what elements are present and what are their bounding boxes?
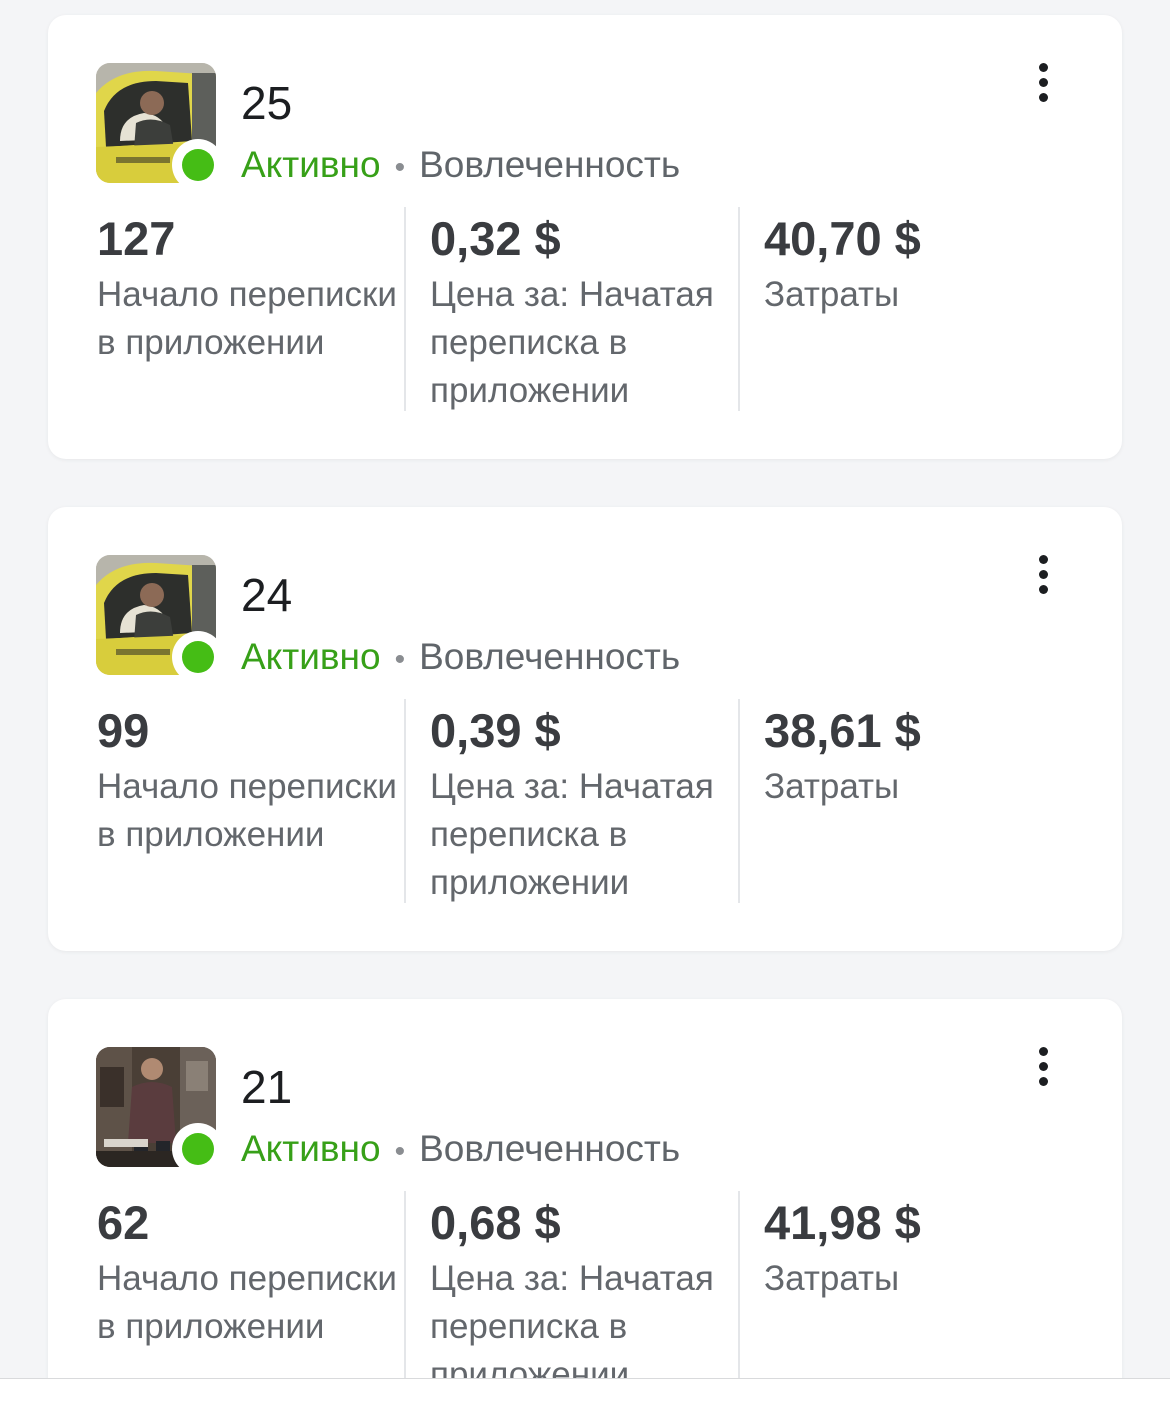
ad-card[interactable]: 25 Активно • Вовлеченность 127 Начало пере… [48,15,1122,459]
metric-label: Начало переписки в приложении [97,1259,397,1346]
ad-name[interactable]: 25 [241,75,292,131]
metrics-row: 127 Начало переписки в приложении 0,32 $… [96,207,1096,411]
metric-value: 62 [97,1196,150,1249]
campaign-objective: Вовлеченность [419,144,681,185]
ad-status-line: Активно • Вовлеченность [241,141,680,192]
metric-label: Цена за: Начатая переписка в приложении [430,275,714,410]
metric-label: Начало переписки в приложении [97,275,397,362]
separator: • [394,151,406,184]
ad-card[interactable]: 24 Активно • Вовлеченность 99 Начало переп… [48,507,1122,951]
delivery-status: Активно [241,1128,381,1169]
metric-spend: 40,70 $ Затраты [738,207,1060,411]
bottom-bar [0,1378,1170,1408]
status-dot-icon [182,149,214,181]
delivery-status: Активно [241,144,381,185]
metric-label: Цена за: Начатая переписка в приложении [430,767,714,902]
metric-value: 99 [97,704,150,757]
status-indicator [172,139,224,191]
metric-value: 127 [97,212,176,265]
status-indicator [172,631,224,683]
metric-results: 99 Начало переписки в приложении [96,699,404,903]
metric-cost-per-result: 0,32 $ Цена за: Начатая переписка в прил… [404,207,740,411]
ad-card[interactable]: 21 Активно • Вовлеченность 62 Начало переп… [48,999,1122,1378]
metric-spend: 38,61 $ Затраты [738,699,1060,903]
metric-label: Начало переписки в приложении [97,767,397,854]
separator: • [394,643,406,676]
status-indicator [172,1123,224,1175]
more-vertical-icon[interactable] [1023,1039,1067,1091]
metric-label: Затраты [764,1259,900,1298]
metric-cost-per-result: 0,39 $ Цена за: Начатая переписка в прил… [404,699,740,903]
separator: • [394,1135,406,1168]
metric-value: 0,39 $ [430,704,561,757]
metric-label: Затраты [764,275,900,314]
ads-list: 25 Активно • Вовлеченность 127 Начало пере… [0,0,1170,1378]
ad-name[interactable]: 21 [241,1059,292,1115]
metric-value: 38,61 $ [764,704,921,757]
metrics-row: 99 Начало переписки в приложении 0,39 $ … [96,699,1096,903]
campaign-objective: Вовлеченность [419,1128,681,1169]
ad-status-line: Активно • Вовлеченность [241,1125,680,1176]
metric-value: 40,70 $ [764,212,921,265]
metrics-row: 62 Начало переписки в приложении 0,68 $ … [96,1191,1096,1378]
metric-label: Затраты [764,767,900,806]
delivery-status: Активно [241,636,381,677]
ad-status-line: Активно • Вовлеченность [241,633,680,684]
metric-value: 0,32 $ [430,212,561,265]
metric-results: 127 Начало переписки в приложении [96,207,404,411]
metric-results: 62 Начало переписки в приложении [96,1191,404,1378]
metric-value: 41,98 $ [764,1196,921,1249]
metric-spend: 41,98 $ Затраты [738,1191,1060,1378]
metric-value: 0,68 $ [430,1196,561,1249]
campaign-objective: Вовлеченность [419,636,681,677]
more-vertical-icon[interactable] [1023,55,1067,107]
ad-name[interactable]: 24 [241,567,292,623]
metric-cost-per-result: 0,68 $ Цена за: Начатая переписка в прил… [404,1191,740,1378]
status-dot-icon [182,641,214,673]
status-dot-icon [182,1133,214,1165]
metric-label: Цена за: Начатая переписка в приложении [430,1259,714,1378]
more-vertical-icon[interactable] [1023,547,1067,599]
